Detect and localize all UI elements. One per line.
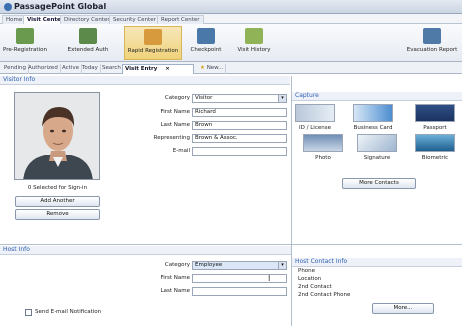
nav-security-center[interactable]: Security Center (109, 15, 160, 24)
nav-report-center[interactable]: Report Center (157, 15, 204, 24)
email-label: E-mail (172, 148, 190, 154)
host-info-heading: Host Info (0, 246, 291, 255)
send-email-label: Send E-mail Notification (35, 309, 102, 315)
representing-field[interactable]: Brown & Assoc. (192, 134, 287, 143)
text-cursor-icon: I (268, 274, 271, 283)
extended-auth-icon (79, 28, 97, 44)
sub-tabs: Pending Authorized Active Today Search V… (0, 62, 462, 74)
first-name-label: First Name (160, 109, 190, 115)
visit-history-button[interactable]: Visit History (232, 26, 276, 60)
capture-signature[interactable]: Signature (354, 134, 400, 161)
host-phone-label: Phone (298, 268, 316, 274)
section-divider (0, 244, 462, 245)
tab-today[interactable]: Today (80, 64, 101, 74)
more-button[interactable]: More... (372, 303, 434, 314)
visitor-info-heading: Visitor Info (0, 76, 290, 85)
checkpoint-icon (197, 28, 215, 44)
category-label: Category (164, 95, 190, 101)
nav-directory-center[interactable]: Directory Center (60, 15, 114, 24)
chevron-down-icon: ▾ (278, 95, 286, 102)
pre-registration-button[interactable]: Pre-Registration (3, 26, 47, 60)
evacuation-report-icon (423, 28, 441, 44)
tab-active[interactable]: Active (60, 64, 83, 74)
visit-history-icon (245, 28, 263, 44)
extended-auth-button[interactable]: Extended Auth (62, 26, 114, 60)
passport-icon (415, 104, 455, 122)
capture-business-card[interactable]: Business Card (350, 104, 396, 131)
capture-biometric[interactable]: Biometric (412, 134, 458, 161)
tab-new[interactable]: ★ New... (198, 64, 227, 74)
capture-heading: Capture (292, 92, 462, 101)
top-navigation: Home Visit Center Directory Center Secur… (0, 14, 462, 24)
star-icon: ★ (200, 65, 205, 71)
checkpoint-button[interactable]: Checkpoint (186, 26, 226, 60)
toolbar: Pre-Registration Extended Auth Rapid Reg… (0, 24, 462, 62)
tab-authorized[interactable]: Authorized (26, 64, 61, 74)
host-first-name-field[interactable] (192, 274, 287, 283)
host-2nd-contact-label: 2nd Contact (298, 284, 332, 290)
close-tab-icon[interactable]: × (165, 66, 170, 72)
last-name-field[interactable]: Brown (192, 121, 287, 130)
app-logo-icon (4, 3, 12, 11)
app-title: PassagePoint Global (14, 2, 107, 11)
more-contacts-button[interactable]: More Contacts (342, 178, 416, 189)
host-first-name-label: First Name (160, 275, 190, 281)
representing-label: Representing (153, 135, 190, 141)
fingerprint-icon (415, 134, 455, 152)
chevron-down-icon: ▾ (278, 262, 286, 269)
email-field[interactable] (192, 147, 287, 156)
capture-id-license[interactable]: ID / License (292, 104, 338, 131)
visitor-photo (14, 92, 100, 180)
host-category-select[interactable]: Employee ▾ (192, 261, 287, 270)
pre-registration-icon (16, 28, 34, 44)
last-name-label: Last Name (160, 122, 190, 128)
host-location-label: Location (298, 276, 322, 282)
tab-visit-entry[interactable]: Visit Entry × (122, 64, 194, 74)
selected-count-text: 0 Selected for Sign-in (27, 185, 88, 191)
tab-search[interactable]: Search (100, 64, 124, 74)
tab-pending[interactable]: Pending (2, 64, 29, 74)
category-select[interactable]: Visitor ▾ (192, 94, 287, 103)
camera-icon (303, 134, 343, 152)
remove-button[interactable]: Remove (15, 209, 100, 220)
first-name-field[interactable]: Richard (192, 108, 287, 117)
signature-pen-icon (357, 134, 397, 152)
capture-photo[interactable]: Photo (300, 134, 346, 161)
host-last-name-field[interactable] (192, 287, 287, 296)
send-email-checkbox[interactable] (25, 309, 32, 316)
add-another-button[interactable]: Add Another (15, 196, 100, 207)
host-last-name-label: Last Name (160, 288, 190, 294)
capture-passport[interactable]: Passport (412, 104, 458, 131)
host-category-label: Category (164, 262, 190, 268)
rapid-registration-button[interactable]: Rapid Registration (124, 26, 182, 60)
host-contact-heading: Host Contact Info (292, 258, 462, 267)
rapid-registration-icon (144, 29, 162, 45)
id-card-icon (295, 104, 335, 122)
host-2nd-contact-phone-label: 2nd Contact Phone (298, 292, 351, 298)
evacuation-report-button[interactable]: Evacuation Report (404, 26, 460, 60)
business-card-icon (353, 104, 393, 122)
title-bar: PassagePoint Global (0, 0, 462, 14)
